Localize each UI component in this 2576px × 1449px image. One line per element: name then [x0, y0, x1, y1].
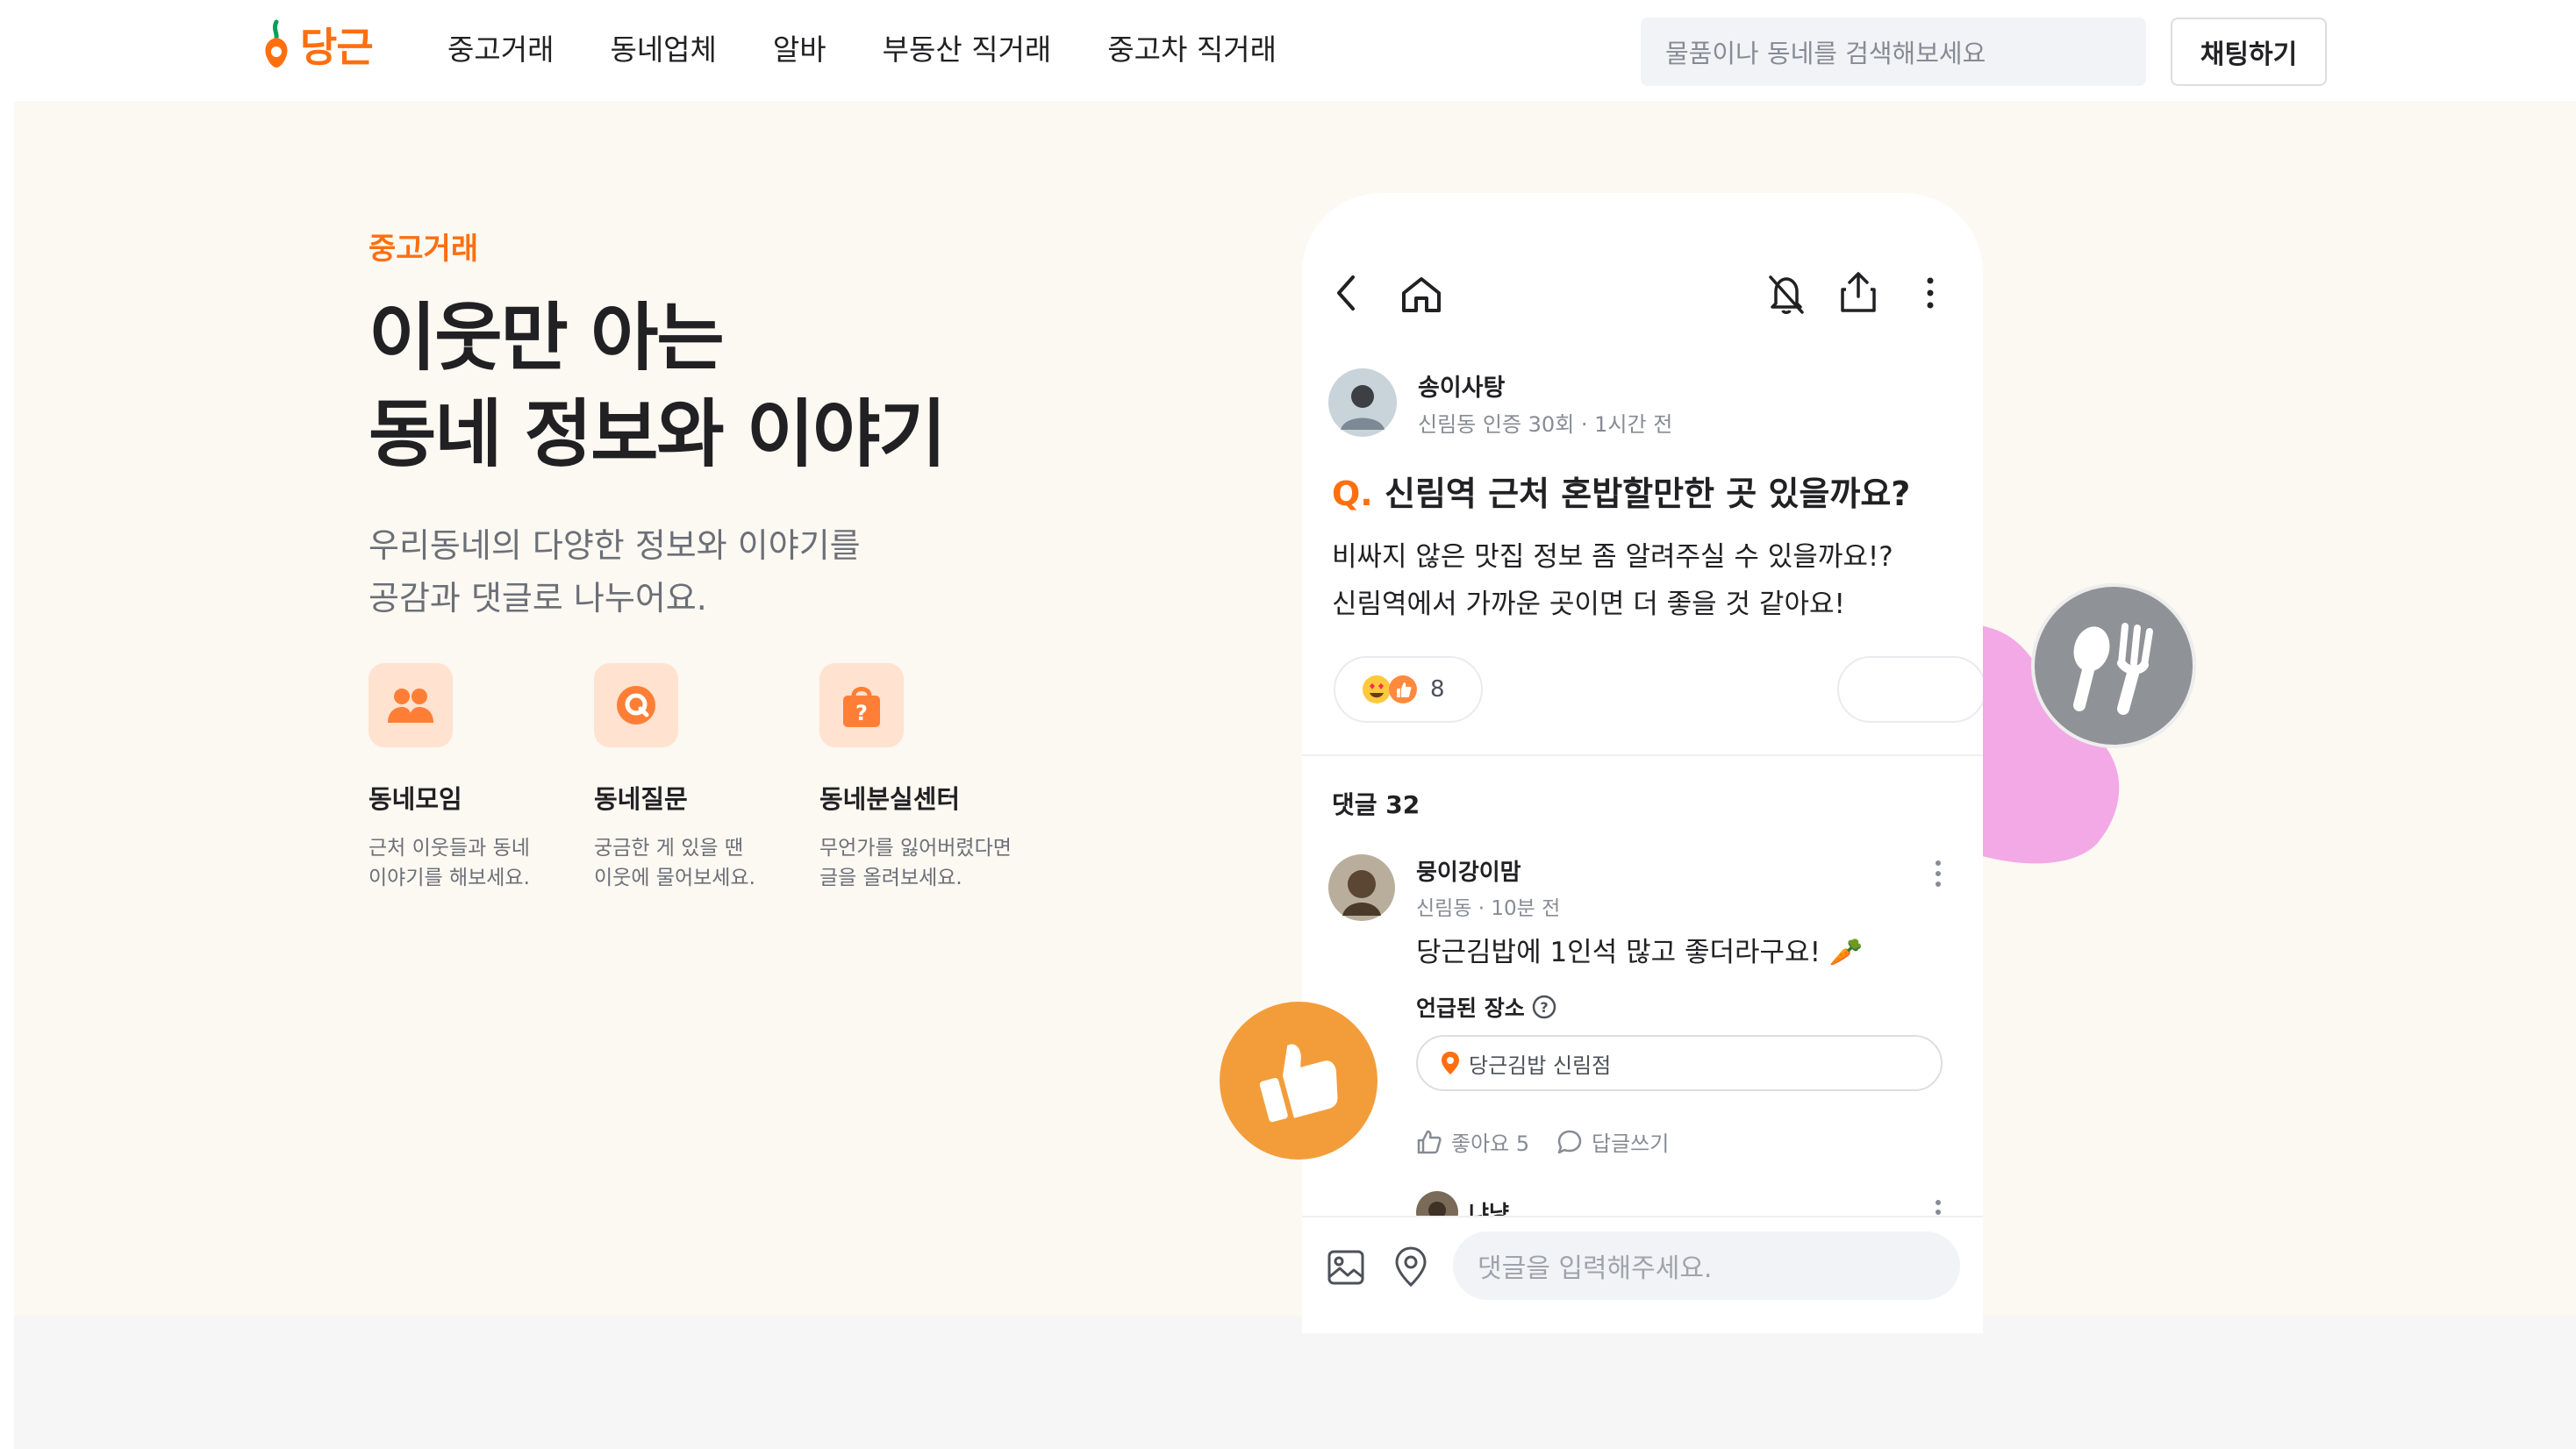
thumbs-up-badge-icon: [1220, 1002, 1377, 1160]
thumbs-up-outline-icon: [1417, 1130, 1442, 1153]
headline-line-2: 동네 정보와 이야기: [369, 391, 947, 477]
nav-item-jobs[interactable]: 알바: [773, 26, 826, 68]
headline-line-1: 이웃만 아는: [369, 295, 725, 381]
nav-item-local-business[interactable]: 동네업체: [610, 26, 716, 68]
comment-author[interactable]: 뭉이강이맘: [1416, 854, 1521, 887]
place-name: 당근김밥 신림점: [1469, 1053, 1612, 1078]
speech-bubble-icon: [1557, 1130, 1582, 1153]
post-title-row: Q. 신림역 근처 혼밥할만한 곳 있을까요?: [1332, 467, 1910, 515]
feature-title: 동네모임: [369, 784, 462, 814]
comment-input[interactable]: 댓글을 입력해주세요.: [1453, 1231, 1960, 1300]
feature-title: 동네분실센터: [819, 784, 961, 814]
feature-desc: 근처 이웃들과 동네 이야기를 해보세요.: [369, 833, 623, 893]
hero-subtext: 우리동네의 다양한 정보와 이야기를 공감과 댓글로 나누어요.: [369, 519, 861, 625]
reaction-chip-secondary[interactable]: [1837, 656, 1983, 723]
feature-desc-line: 무언가를 잃어버렸다면: [819, 837, 1012, 860]
comment-input-placeholder: 댓글을 입력해주세요.: [1478, 1253, 1713, 1284]
place-chip[interactable]: 당근김밥 신림점: [1416, 1035, 1943, 1091]
feature-desc-line: 이웃에 물어보세요.: [594, 867, 755, 889]
like-count: 좋아요 5: [1451, 1131, 1530, 1156]
logo-text: 당근: [300, 24, 374, 71]
post-body-line: 신림역에서 가까운 곳이면 더 좋을 것 같아요!: [1332, 589, 1845, 620]
comment-text: 당근김밥에 1인석 많고 좋더라구요! 🥕: [1416, 937, 1864, 968]
post-meta: 신림동 인증 30회 · 1시간 전: [1418, 412, 1673, 437]
carrot-logo-icon: [265, 19, 288, 68]
nav-item-used-cars[interactable]: 중고차 직거래: [1107, 26, 1277, 68]
avatar[interactable]: [1328, 368, 1397, 437]
comment-meta: 신림동 · 10분 전: [1416, 897, 1561, 920]
main-nav: 중고거래 동네업체 알바 부동산 직거래 중고차 직거래: [447, 26, 1277, 68]
svg-text:?: ?: [855, 701, 868, 725]
post-title: 신림역 근처 혼밥할만한 곳 있을까요?: [1384, 475, 1911, 513]
nav-item-used-trade[interactable]: 중고거래: [447, 26, 554, 68]
post-body-line: 비싸지 않은 맛집 정보 좀 알려주실 수 있을까요!?: [1332, 541, 1893, 573]
divider: [1302, 754, 1983, 756]
post-body: 비싸지 않은 맛집 정보 좀 알려주실 수 있을까요!? 신림역에서 가까운 곳…: [1332, 533, 1893, 628]
back-arrow-icon[interactable]: [1334, 274, 1360, 312]
reaction-count: 8: [1430, 676, 1445, 703]
feature-desc: 궁금한 게 있을 땐 이웃에 물어보세요.: [594, 833, 848, 893]
feature-desc-line: 글을 올려보세요.: [819, 867, 962, 889]
search-placeholder: 물품이나 동네를 검색해보세요: [1665, 39, 1986, 68]
hero-eyebrow: 중고거래: [369, 232, 479, 267]
feature-desc-line: 궁금한 게 있을 땐: [594, 837, 744, 860]
bell-off-icon[interactable]: [1767, 274, 1806, 316]
commenter-avatar[interactable]: [1328, 854, 1395, 921]
feature-desc: 무언가를 잃어버렸다면 글을 올려보세요.: [819, 833, 1074, 893]
mentioned-place-label: 언급된 장소 ?: [1416, 991, 1556, 1023]
heart-eyes-emoji-icon: [1363, 675, 1391, 703]
comments-header: 댓글 32: [1332, 790, 1420, 819]
more-vertical-icon[interactable]: [1925, 274, 1936, 312]
location-attach-icon[interactable]: [1393, 1246, 1428, 1288]
image-attach-icon[interactable]: [1327, 1249, 1365, 1286]
help-circle-icon[interactable]: ?: [1532, 995, 1556, 1019]
reply-label: 답글쓰기: [1592, 1131, 1670, 1156]
feature-desc-line: 이야기를 해보세요.: [369, 867, 530, 889]
reply-button[interactable]: 답글쓰기: [1556, 1126, 1669, 1157]
location-pin-icon: [1442, 1052, 1459, 1074]
feature-desc-line: 근처 이웃들과 동네: [369, 837, 530, 860]
like-button[interactable]: 좋아요 5: [1416, 1126, 1529, 1157]
section-divider-strip: [14, 1316, 2576, 1449]
thumbs-up-emoji-icon: [1389, 675, 1417, 703]
reaction-chip[interactable]: 8: [1334, 656, 1483, 723]
phone-mockup: 송이사탕 신림동 인증 30회 · 1시간 전 Q. 신림역 근처 혼밥할만한 …: [1302, 193, 1983, 1333]
home-icon[interactable]: [1400, 275, 1442, 314]
comment-more-icon[interactable]: [1934, 858, 1943, 889]
mentioned-place-text: 언급된 장소: [1416, 996, 1525, 1021]
top-header: 당근 중고거래 동네업체 알바 부동산 직거래 중고차 직거래 물품이나 동네를…: [0, 0, 2576, 104]
lost-bag-icon: ?: [819, 663, 904, 747]
chat-button[interactable]: 채팅하기: [2171, 18, 2327, 86]
feature-local-groups: 동네모임 근처 이웃들과 동네 이야기를 해보세요.: [369, 663, 623, 893]
nav-item-real-estate[interactable]: 부동산 직거래: [883, 26, 1052, 68]
subtext-line-2: 공감과 댓글로 나누어요.: [369, 579, 707, 617]
people-icon: [369, 663, 453, 747]
fork-spoon-badge-icon: [2031, 583, 2196, 748]
subtext-line-1: 우리동네의 다양한 정보와 이야기를: [369, 526, 861, 565]
question-mark-label: Q.: [1332, 475, 1373, 513]
post-author[interactable]: 송이사탕: [1418, 368, 1505, 403]
question-bubble-icon: [594, 663, 678, 747]
feature-local-questions: 동네질문 궁금한 게 있을 땐 이웃에 물어보세요.: [594, 663, 848, 893]
feature-title: 동네질문: [594, 784, 688, 814]
feature-lost-and-found: ? 동네분실센터 무언가를 잃어버렸다면 글을 올려보세요.: [819, 663, 1074, 893]
share-icon[interactable]: [1839, 270, 1878, 314]
svg-text:?: ?: [1540, 999, 1548, 1016]
logo[interactable]: 당근: [260, 16, 374, 74]
search-input[interactable]: 물품이나 동네를 검색해보세요: [1641, 18, 2146, 86]
hero-headline: 이웃만 아는 동네 정보와 이야기: [369, 289, 1158, 482]
